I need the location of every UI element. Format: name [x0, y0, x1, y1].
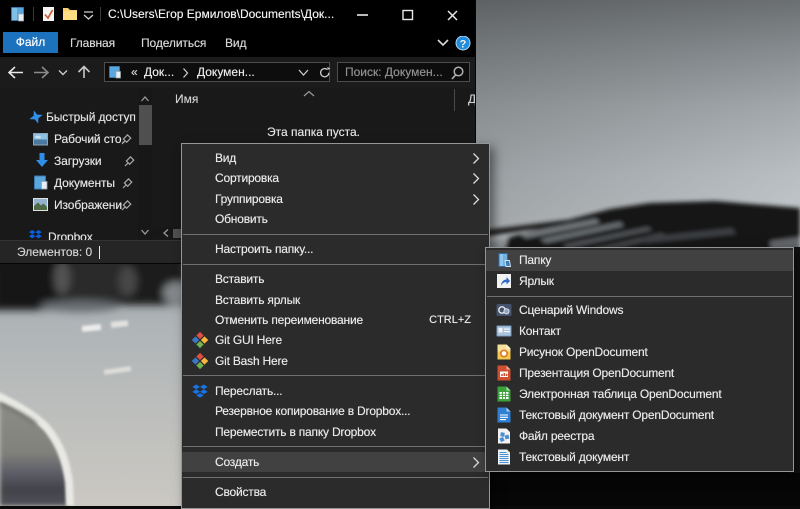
svg-text:?: ? — [460, 39, 467, 51]
